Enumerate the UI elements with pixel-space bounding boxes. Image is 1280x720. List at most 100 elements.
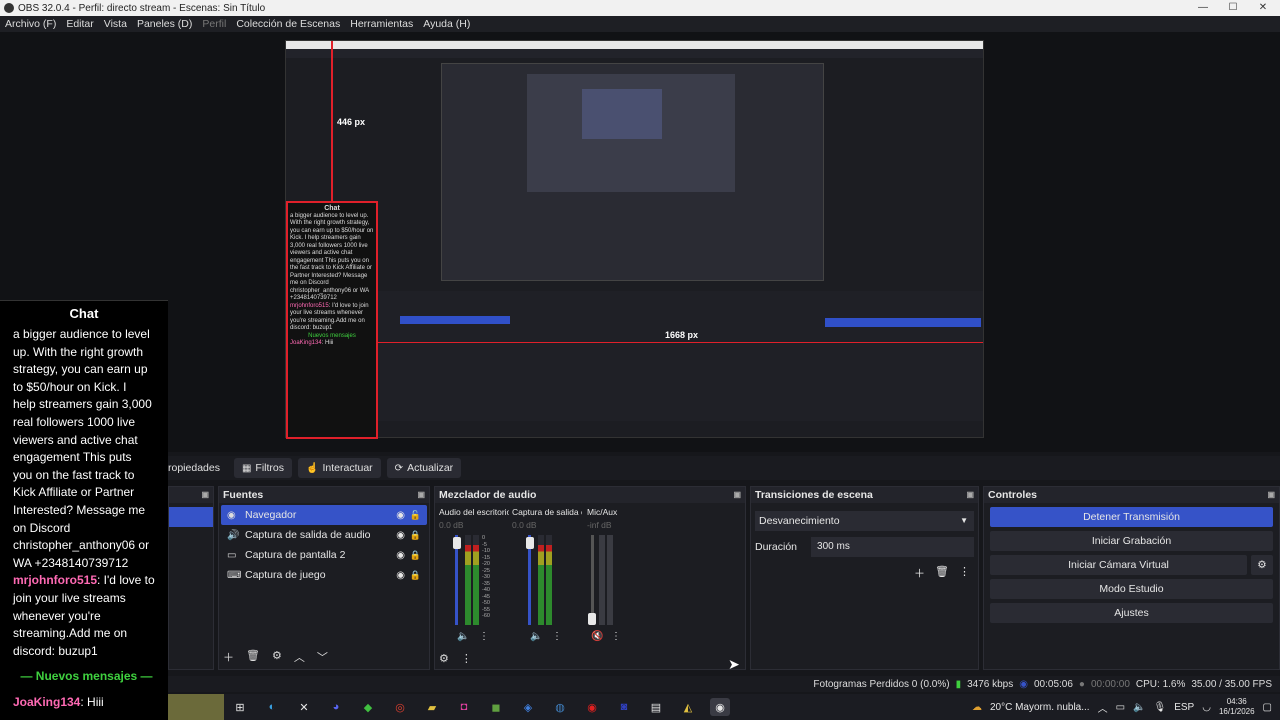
ajustes-button[interactable]: Ajustes bbox=[990, 603, 1273, 623]
game-icon[interactable]: ◭ bbox=[678, 698, 698, 716]
selected-scene[interactable] bbox=[169, 507, 213, 527]
undock-icon[interactable]: ▣ bbox=[201, 487, 209, 503]
transition-actions: ＋ 🗑 ⋮ bbox=[751, 565, 970, 581]
weather-text[interactable]: 20°C Mayorm. nubla... bbox=[990, 702, 1090, 713]
add-icon[interactable]: ＋ bbox=[223, 649, 234, 665]
lock-icon[interactable]: 🔓 bbox=[410, 510, 421, 521]
actualizar-button[interactable]: ⟳ Actualizar bbox=[386, 458, 462, 478]
iniciar-camara-virtual-button[interactable]: Iniciar Cámara Virtual bbox=[990, 555, 1247, 575]
volume-icon[interactable]: 🔈 bbox=[1133, 702, 1145, 713]
move-up-icon[interactable]: ︿ bbox=[294, 649, 305, 665]
undock-icon[interactable]: ▣ bbox=[966, 487, 974, 503]
source-label: Captura de juego bbox=[245, 569, 326, 581]
minecraft-icon[interactable]: ◼ bbox=[486, 698, 506, 716]
fader-knob[interactable] bbox=[526, 537, 534, 549]
menu-vista[interactable]: Vista bbox=[104, 18, 127, 30]
app-icon[interactable]: ◆ bbox=[358, 698, 378, 716]
stream-icon: ◉ bbox=[1019, 678, 1028, 690]
lock-icon[interactable]: 🔒 bbox=[410, 550, 421, 561]
chrome-icon[interactable]: ◎ bbox=[390, 698, 410, 716]
steam-icon[interactable]: ◍ bbox=[550, 698, 570, 716]
mute-speaker-icon[interactable]: 🔈 bbox=[457, 631, 469, 642]
propiedades-button[interactable]: ropiedades bbox=[168, 458, 228, 478]
eye-icon[interactable]: ◉ bbox=[396, 550, 405, 561]
menu-editar[interactable]: Editar bbox=[66, 18, 93, 30]
discord-icon[interactable]: ◕ bbox=[326, 698, 346, 716]
transition-select[interactable]: Desvanecimiento ▼ bbox=[755, 511, 974, 531]
source-item-juego[interactable]: ⌨ Captura de juego ◉ 🔒 bbox=[221, 565, 427, 585]
red-app-icon[interactable]: ◉ bbox=[582, 698, 602, 716]
trash-icon[interactable]: 🗑 bbox=[935, 565, 949, 581]
link-gear-icon[interactable]: ⚙ bbox=[439, 652, 449, 665]
iniciar-grabacion-button[interactable]: Iniciar Grabación bbox=[990, 531, 1273, 551]
controles-dock-header: Controles ▣ bbox=[984, 487, 1279, 503]
language[interactable]: ESP bbox=[1174, 702, 1194, 713]
chat-line: real followers 1000 live bbox=[13, 414, 136, 429]
volume-fader[interactable] bbox=[591, 535, 594, 625]
minimize-button[interactable]: — bbox=[1188, 0, 1218, 16]
menu-herramientas[interactable]: Herramientas bbox=[350, 18, 413, 30]
mixer-channel-desktop: Audio del escritorio 0.0 dB 0 -5 -10 -15 -20… bbox=[439, 507, 509, 655]
duration-label: Duración bbox=[755, 541, 798, 553]
trash-icon[interactable]: 🗑 bbox=[246, 649, 260, 665]
filtros-button[interactable]: ▦ Filtros bbox=[233, 458, 293, 478]
fader-knob[interactable] bbox=[588, 613, 596, 625]
menu-perfil[interactable]: Perfil bbox=[202, 18, 226, 30]
menu-paneles[interactable]: Paneles (D) bbox=[137, 18, 192, 30]
fuentes-dock: Fuentes ▣ ◉ Navegador ◉ 🔓 🔊 Captura de salida… bbox=[218, 486, 430, 670]
undock-icon[interactable]: ▣ bbox=[733, 487, 741, 503]
source-item-pantalla[interactable]: ▭ Captura de pantalla 2 ◉ 🔒 bbox=[221, 545, 427, 565]
undock-icon[interactable]: ▣ bbox=[1267, 487, 1275, 503]
more-options-icon[interactable]: ⋮ bbox=[461, 652, 472, 665]
clock[interactable]: 04:36 16/1/2026 bbox=[1219, 697, 1255, 717]
menu-archivo[interactable]: Archivo (F) bbox=[5, 18, 56, 30]
mic-icon[interactable]: 🎙 bbox=[1154, 702, 1167, 713]
instagram-icon[interactable]: ◘ bbox=[454, 698, 474, 716]
more-options-icon[interactable]: ⋮ bbox=[959, 565, 970, 581]
network-icon[interactable]: ▭ bbox=[1116, 702, 1125, 713]
actualizar-label: Actualizar bbox=[407, 462, 454, 474]
menu-coleccion-escenas[interactable]: Colección de Escenas bbox=[236, 18, 340, 30]
source-item-audio-salida[interactable]: 🔊 Captura de salida de audio ◉ 🔒 bbox=[221, 525, 427, 545]
add-icon[interactable]: ＋ bbox=[914, 565, 925, 581]
notifications-icon[interactable]: ▢ bbox=[1263, 702, 1272, 713]
copilot-icon[interactable]: ◈ bbox=[518, 698, 538, 716]
blue-app-icon[interactable]: ◙ bbox=[614, 698, 634, 716]
lock-icon[interactable]: 🔒 bbox=[410, 570, 421, 581]
more-options-icon[interactable]: ⋮ bbox=[611, 631, 621, 642]
obs-taskbar-icon[interactable]: ◉ bbox=[710, 698, 730, 716]
modo-estudio-button[interactable]: Modo Estudio bbox=[990, 579, 1273, 599]
mezclador-title: Mezclador de audio bbox=[439, 489, 537, 501]
nested-chat-title: Chat bbox=[324, 205, 340, 212]
gear-icon[interactable]: ⚙ bbox=[1251, 555, 1273, 575]
task-view-icon[interactable]: ⊞ bbox=[230, 698, 250, 716]
wifi-icon[interactable]: ◡ bbox=[1202, 702, 1211, 713]
more-options-icon[interactable]: ⋮ bbox=[552, 631, 562, 642]
lock-icon[interactable]: 🔒 bbox=[410, 530, 421, 541]
chat-line: discord: buzup1 bbox=[13, 643, 98, 658]
fader-knob[interactable] bbox=[453, 537, 461, 549]
chevron-up-icon[interactable]: ︿ bbox=[1098, 700, 1108, 715]
mute-speaker-icon[interactable]: 🔈 bbox=[530, 631, 542, 642]
detener-transmision-button[interactable]: Detener Transmisión bbox=[990, 507, 1273, 527]
epic-games-icon[interactable]: ▤ bbox=[646, 698, 666, 716]
gear-icon[interactable]: ⚙ bbox=[272, 649, 282, 665]
muted-speaker-icon[interactable]: 🔇 bbox=[591, 631, 603, 642]
duration-input[interactable]: 300 ms bbox=[811, 537, 974, 557]
eye-icon[interactable]: ◉ bbox=[396, 570, 405, 581]
capcut-icon[interactable]: ✕ bbox=[294, 698, 314, 716]
close-button[interactable]: ✕ bbox=[1248, 0, 1278, 16]
folder-icon[interactable]: ▰ bbox=[422, 698, 442, 716]
edge-icon[interactable]: ◐ bbox=[262, 698, 282, 716]
interactuar-button[interactable]: ☝ Interactuar bbox=[298, 458, 381, 478]
eye-icon[interactable]: ◉ bbox=[396, 510, 405, 521]
fuentes-title: Fuentes bbox=[223, 489, 264, 501]
move-down-icon[interactable]: ﹀ bbox=[317, 649, 328, 665]
undock-icon[interactable]: ▣ bbox=[417, 487, 425, 503]
source-item-navegador[interactable]: ◉ Navegador ◉ 🔓 bbox=[221, 505, 427, 525]
maximize-button[interactable]: ☐ bbox=[1218, 0, 1248, 16]
menu-ayuda[interactable]: Ayuda (H) bbox=[423, 18, 470, 30]
eye-icon[interactable]: ◉ bbox=[396, 530, 405, 541]
chat-nuevos-mensajes[interactable]: — Nuevos mensajes — bbox=[13, 668, 160, 686]
more-options-icon[interactable]: ⋮ bbox=[479, 631, 489, 642]
